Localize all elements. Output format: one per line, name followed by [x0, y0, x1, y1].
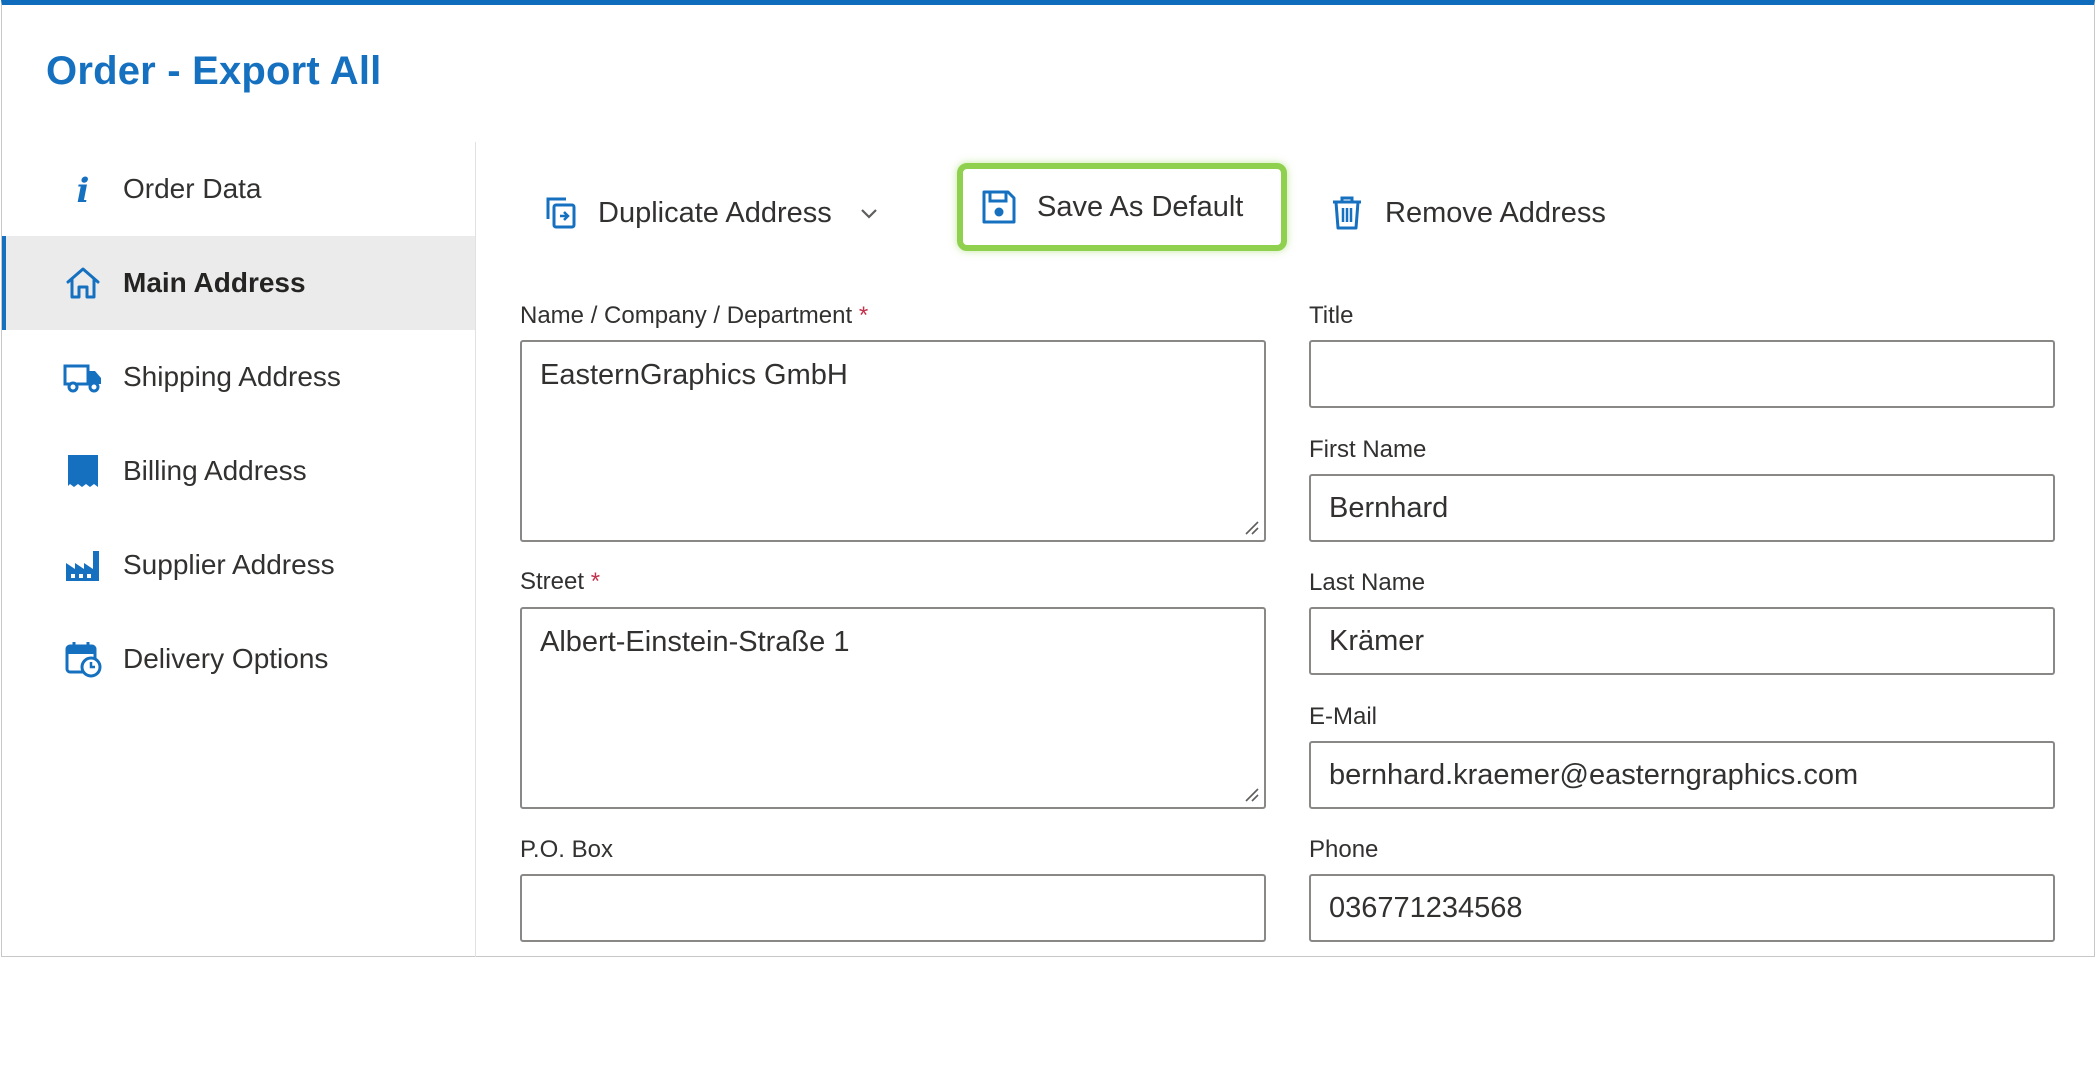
sidebar-item-label: Shipping Address [123, 361, 341, 392]
email-input[interactable] [1309, 741, 2055, 809]
sidebar-item-order-data[interactable]: i Order Data [2, 142, 475, 236]
sidebar-item-main-address[interactable]: Main Address [2, 236, 475, 330]
last-name-label: Last Name [1309, 569, 1426, 596]
calendar-clock-icon [63, 639, 103, 679]
first-name-label: First Name [1309, 436, 1427, 463]
phone-input[interactable] [1309, 874, 2055, 942]
street-label: Street * [520, 568, 601, 595]
email-label: E-Mail [1309, 703, 1378, 730]
po-box-input[interactable] [520, 874, 1266, 942]
sidebar-item-label: Supplier Address [123, 549, 335, 580]
duplicate-icon [540, 193, 580, 233]
factory-icon [63, 545, 103, 585]
truck-icon [63, 357, 103, 397]
name-company-textarea[interactable]: EasternGraphics GmbH [520, 340, 1266, 542]
last-name-input[interactable] [1309, 607, 2055, 675]
duplicate-address-button[interactable]: Duplicate Address [540, 181, 880, 245]
first-name-input[interactable] [1309, 474, 2055, 542]
dialog-window: Order - Export All i Order Data Main Add… [1, 0, 2095, 957]
svg-text:i: i [77, 171, 90, 209]
required-mark: * [858, 302, 869, 329]
sidebar-item-billing-address[interactable]: Billing Address [2, 424, 475, 518]
sidebar-item-shipping-address[interactable]: Shipping Address [2, 330, 475, 424]
title-label: Title [1309, 302, 1354, 329]
name-company-label: Name / Company / Department * [520, 302, 869, 329]
title-input[interactable] [1309, 340, 2055, 408]
billing-icon [63, 451, 103, 491]
chevron-down-icon[interactable] [858, 202, 880, 224]
sidebar-item-supplier-address[interactable]: Supplier Address [2, 518, 475, 612]
sidebar: i Order Data Main Address Shipping Addre… [2, 142, 476, 957]
page-title: Order - Export All [46, 49, 382, 93]
sidebar-item-label: Order Data [123, 173, 262, 204]
trash-icon [1327, 193, 1367, 233]
sidebar-item-label: Main Address [123, 267, 306, 298]
sidebar-item-label: Delivery Options [123, 643, 329, 674]
phone-label: Phone [1309, 836, 1379, 863]
po-box-label: P.O. Box [520, 836, 613, 863]
remove-address-button[interactable]: Remove Address [1327, 181, 1606, 245]
home-icon [63, 263, 103, 303]
required-mark: * [590, 568, 601, 595]
street-textarea[interactable]: Albert-Einstein-Straße 1 [520, 607, 1266, 809]
sidebar-item-delivery-options[interactable]: Delivery Options [2, 612, 475, 706]
save-icon [979, 187, 1019, 227]
sidebar-item-label: Billing Address [123, 455, 307, 486]
save-as-default-button[interactable]: Save As Default [957, 163, 1287, 251]
info-icon: i [63, 169, 103, 209]
